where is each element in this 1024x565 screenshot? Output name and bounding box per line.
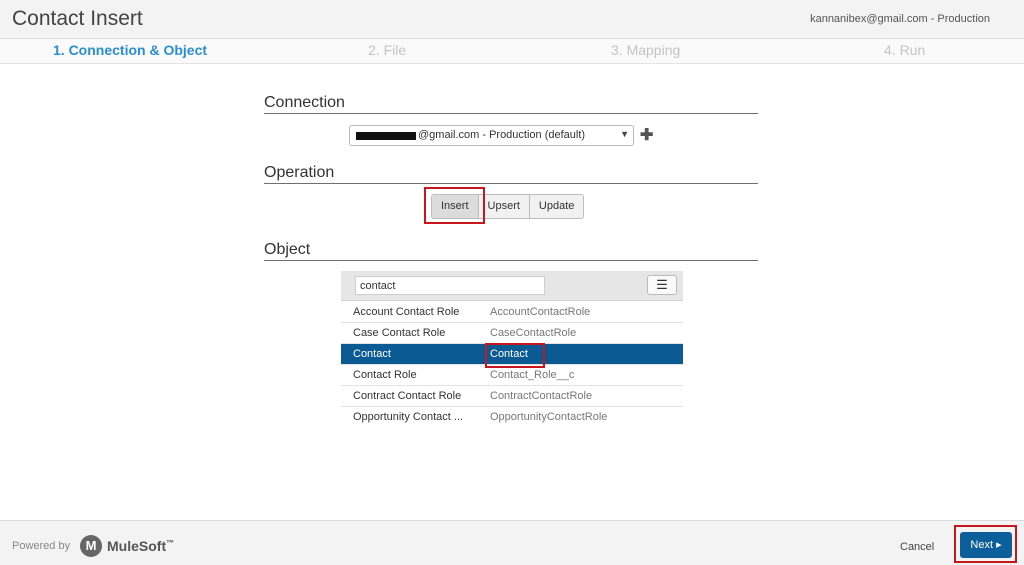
object-api-name: CaseContactRole xyxy=(490,327,577,339)
object-row[interactable]: Account Contact Role AccountContactRole xyxy=(341,302,683,323)
connection-select[interactable]: @gmail.com - Production (default) ▼ xyxy=(349,125,634,146)
operation-section-title: Operation xyxy=(264,164,758,184)
account-label: kannanibex@gmail.com - Production xyxy=(810,13,990,25)
trademark-mark: ™ xyxy=(166,538,175,548)
object-row[interactable]: Opportunity Contact ... OpportunityConta… xyxy=(341,407,683,427)
caret-down-icon: ▼ xyxy=(620,129,629,139)
object-label: Opportunity Contact ... xyxy=(353,411,464,423)
object-label: Contact xyxy=(353,348,391,360)
object-label: Contract Contact Role xyxy=(353,390,462,402)
object-search-input[interactable] xyxy=(355,276,545,295)
object-search-bar: ☰ xyxy=(341,271,683,301)
cancel-button[interactable]: Cancel xyxy=(900,541,934,553)
object-label: Case Contact Role xyxy=(353,327,446,339)
connection-section-title: Connection xyxy=(264,94,758,114)
object-api-name: AccountContactRole xyxy=(490,306,591,318)
brand-name: MuleSoft xyxy=(107,538,167,554)
highlight-contact-api xyxy=(485,343,545,368)
wizard-steps: 1. Connection & Object 2. File 3. Mappin… xyxy=(0,39,1024,64)
app-footer: Powered by M MuleSoft™ Cancel Next ▸ xyxy=(0,520,1024,565)
object-api-name: Contact_Role__c xyxy=(490,369,575,381)
connection-selected-value: @gmail.com - Production (default) xyxy=(418,129,586,141)
object-row[interactable]: Contact Role Contact_Role__c xyxy=(341,365,683,386)
object-section-title: Object xyxy=(264,241,758,261)
powered-by-label: Powered by xyxy=(12,540,71,552)
plus-icon[interactable]: ✚ xyxy=(640,125,653,145)
mulesoft-logo-icon: M xyxy=(80,535,102,557)
highlight-insert xyxy=(424,187,485,224)
object-label: Contact Role xyxy=(353,369,417,381)
object-api-name: OpportunityContactRole xyxy=(490,411,608,423)
redacted-email xyxy=(356,132,416,140)
object-row[interactable]: Contract Contact Role ContractContactRol… xyxy=(341,386,683,407)
update-button[interactable]: Update xyxy=(529,195,584,218)
highlight-next xyxy=(954,525,1017,563)
object-label: Account Contact Role xyxy=(353,306,460,318)
object-api-name: ContractContactRole xyxy=(490,390,593,402)
step-mapping[interactable]: 3. Mapping xyxy=(611,42,680,58)
upsert-button[interactable]: Upsert xyxy=(478,195,530,218)
step-file[interactable]: 2. File xyxy=(368,42,406,58)
object-row[interactable]: Case Contact Role CaseContactRole xyxy=(341,323,683,344)
mulesoft-brand: MuleSoft™ xyxy=(107,538,174,554)
app-header: Contact Insert kannanibex@gmail.com - Pr… xyxy=(0,0,1024,39)
list-icon[interactable]: ☰ xyxy=(647,275,677,295)
step-connection-object[interactable]: 1. Connection & Object xyxy=(53,42,207,58)
page-title: Contact Insert xyxy=(12,7,143,30)
step-run[interactable]: 4. Run xyxy=(884,42,925,58)
